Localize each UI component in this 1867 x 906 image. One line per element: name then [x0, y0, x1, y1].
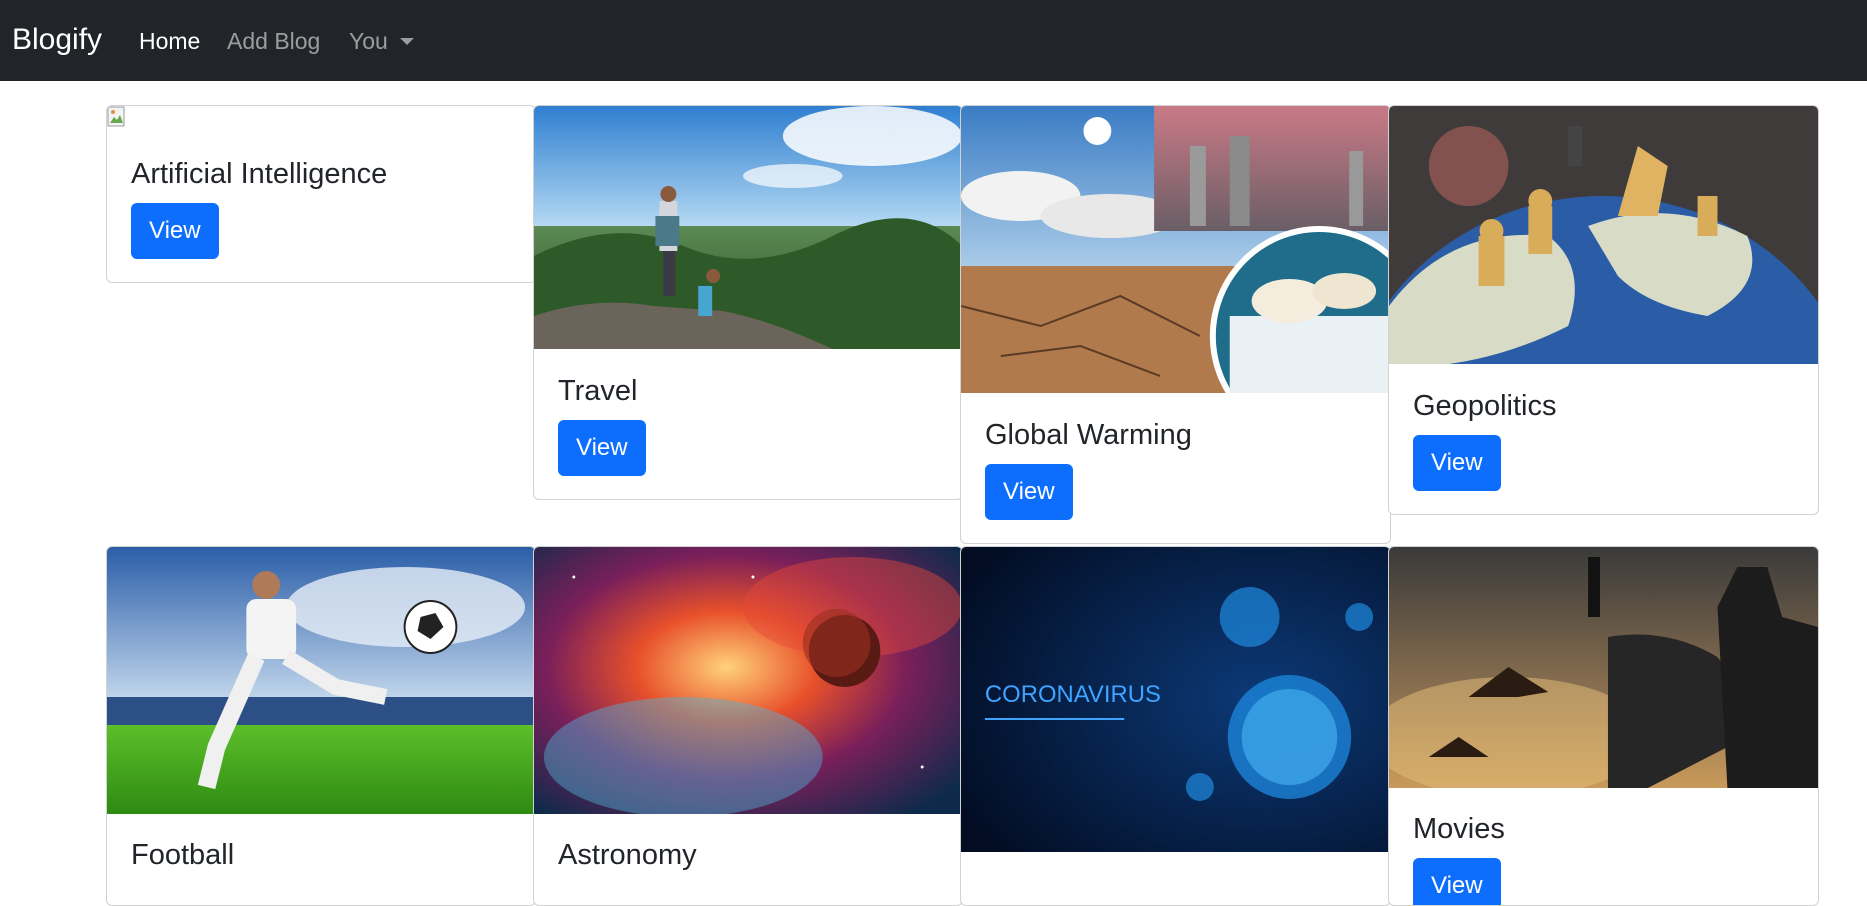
card-title: Artificial Intelligence [131, 158, 388, 190]
navbar: Blogify Home Add Blog You [0, 0, 1867, 81]
caret-down-icon [399, 37, 414, 45]
travel-image [534, 106, 962, 349]
coronavirus-image-text: CORONAVIRUS [985, 681, 1161, 708]
card-title: Geopolitics [1413, 390, 1557, 422]
astronomy-image [534, 547, 962, 814]
brand-logo[interactable]: Blogify [12, 20, 102, 60]
blog-card-geopolitics: Geopolitics View [1388, 105, 1819, 515]
nav-home-link[interactable]: Home [139, 24, 200, 58]
blog-card-global-warming: Global Warming View [960, 105, 1391, 544]
nav-you-dropdown[interactable]: You [349, 24, 414, 58]
blog-card-travel: Travel View [533, 105, 963, 500]
card-title: Football [131, 839, 235, 871]
broken-image-icon [107, 106, 125, 127]
card-title: Movies [1413, 813, 1505, 845]
view-button[interactable]: View [1413, 435, 1501, 491]
coronavirus-image: CORONAVIRUS [961, 547, 1390, 852]
geopolitics-image [1389, 106, 1818, 364]
view-button[interactable]: View [985, 464, 1073, 520]
card-title: Travel [558, 375, 638, 407]
nav-you-label: You [349, 28, 388, 54]
view-button[interactable]: View [131, 203, 219, 259]
card-title: Astronomy [558, 839, 697, 871]
blog-card-coronavirus: CORONAVIRUS [960, 546, 1391, 906]
blog-card-movies: Movies View [1388, 546, 1819, 906]
blog-card-football: Football [106, 546, 536, 906]
football-image [107, 547, 535, 814]
blog-card-astronomy: Astronomy [533, 546, 963, 906]
movies-image [1389, 547, 1818, 788]
nav-add-blog-link[interactable]: Add Blog [227, 24, 320, 58]
card-title: Global Warming [985, 419, 1192, 451]
blog-card-ai: Artificial Intelligence View [106, 105, 536, 283]
view-button[interactable]: View [558, 420, 646, 476]
view-button[interactable]: View [1413, 858, 1501, 905]
global-warming-image [961, 106, 1390, 393]
